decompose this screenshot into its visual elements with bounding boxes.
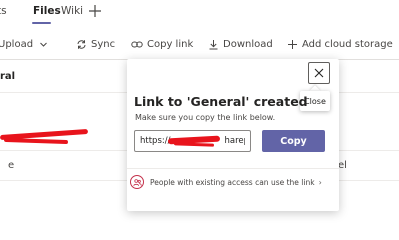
copy-link-button[interactable]: Copy link bbox=[131, 39, 193, 50]
access-description: People with existing access can use the … bbox=[150, 177, 315, 187]
add-cloud-storage-button[interactable]: Add cloud storage bbox=[287, 39, 393, 50]
chevron-right-icon: › bbox=[318, 177, 322, 187]
plus-icon bbox=[288, 40, 297, 49]
download-icon bbox=[209, 40, 218, 50]
link-settings-button[interactable]: People with existing access can use the … bbox=[127, 172, 339, 192]
plus-icon bbox=[89, 5, 101, 17]
add-tab-button[interactable] bbox=[88, 3, 102, 17]
redaction-mark bbox=[3, 137, 69, 145]
tab-wiki[interactable]: Wiki bbox=[61, 5, 83, 17]
chevron-down-icon bbox=[40, 42, 47, 47]
close-button[interactable] bbox=[308, 62, 330, 84]
active-tab-indicator bbox=[32, 22, 51, 24]
folder-heading: ral bbox=[0, 71, 16, 82]
sync-icon bbox=[77, 40, 86, 49]
tab-posts[interactable]: ts bbox=[0, 5, 7, 17]
sync-label: Sync bbox=[91, 39, 116, 50]
channel-tabs: ts Files Wiki bbox=[0, 0, 399, 26]
files-toolbar: Upload Sync Copy link Download Add cloud… bbox=[0, 33, 399, 60]
upload-label: Upload bbox=[0, 39, 34, 50]
download-button[interactable]: Download bbox=[208, 39, 273, 50]
tab-files[interactable]: Files bbox=[33, 5, 61, 17]
file-modified-by-cell: el bbox=[338, 160, 347, 171]
sync-button[interactable]: Sync bbox=[76, 39, 115, 50]
dialog-subtitle: Make sure you copy the link below. bbox=[135, 113, 276, 122]
dialog-title: Link to 'General' created bbox=[134, 94, 308, 109]
copy-button[interactable]: Copy bbox=[262, 130, 325, 152]
link-icon bbox=[131, 41, 143, 48]
dialog-divider bbox=[127, 168, 339, 169]
close-icon bbox=[314, 68, 324, 78]
people-icon bbox=[130, 175, 144, 189]
add-cloud-storage-label: Add cloud storage bbox=[302, 39, 393, 50]
copy-link-label: Copy link bbox=[147, 39, 194, 50]
upload-button[interactable]: Upload bbox=[0, 39, 48, 50]
download-label: Download bbox=[223, 39, 273, 50]
file-name-cell: e bbox=[8, 160, 15, 171]
